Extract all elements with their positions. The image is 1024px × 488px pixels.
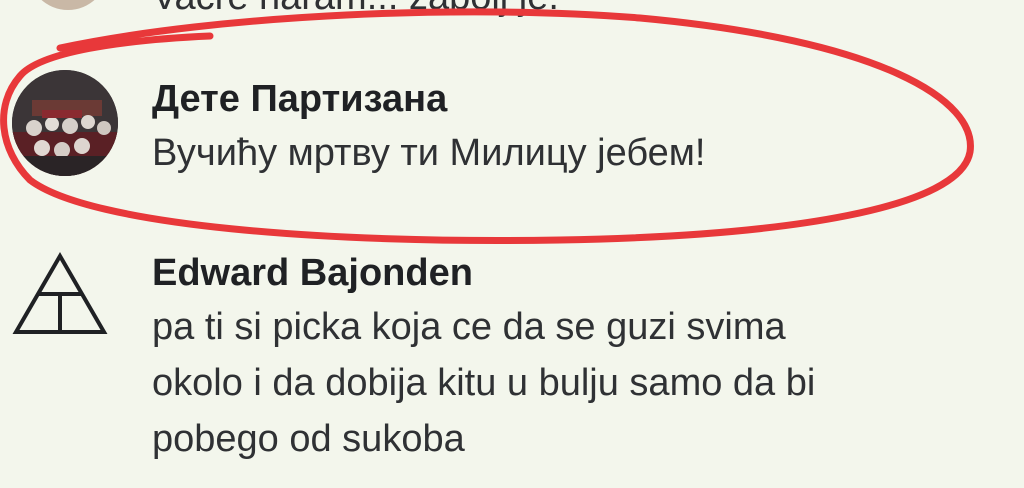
comment-text-line-3: pobego od sukoba xyxy=(152,418,465,460)
comment-author-name[interactable]: Дете Партизана xyxy=(152,80,447,118)
user-avatar-icon[interactable] xyxy=(28,0,108,10)
comment-text-line-1: pa ti si picka koja ce da se guzi svima xyxy=(152,306,786,348)
triangle-t-logo-icon[interactable] xyxy=(12,252,108,336)
comment-item-partial: Vacre haram... zabolj je. xyxy=(0,0,1024,18)
comment-text: Вучићу мртву ти Милицу јебем! xyxy=(152,132,706,174)
group-photo-avatar-icon[interactable] xyxy=(12,70,118,176)
comment-text-line-2: okolo i da dobija kitu u bulju samo da b… xyxy=(152,362,816,404)
comment-author-name[interactable]: Edward Bajonden xyxy=(152,254,473,292)
comment-text-partial: Vacre haram... zabolj je. xyxy=(152,0,559,19)
group-photo-image xyxy=(12,70,118,176)
